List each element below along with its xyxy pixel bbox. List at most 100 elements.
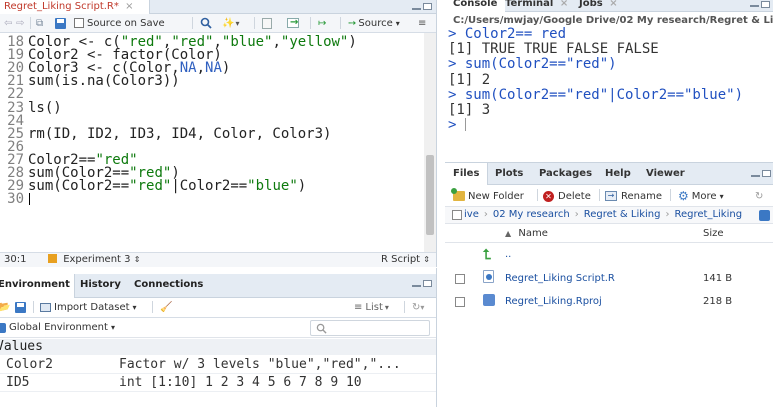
variable-value: Factor w/ 3 levels "blue","red","... xyxy=(119,357,401,372)
menu-icon[interactable]: ≡ xyxy=(418,14,426,32)
save-icon[interactable] xyxy=(15,298,26,317)
file-row[interactable]: Regret_Liking.Rproj 218 B xyxy=(445,291,773,313)
scrollbar-thumb[interactable] xyxy=(426,155,434,235)
run-line-icon[interactable]: → xyxy=(287,14,299,32)
tab-environment[interactable]: Environment xyxy=(0,274,75,298)
delete-button[interactable]: ✕ Delete xyxy=(543,186,591,206)
file-checkbox[interactable] xyxy=(455,297,465,307)
toolbar-divider xyxy=(670,189,671,201)
minimize-icon[interactable] xyxy=(751,175,760,177)
source-label: Source xyxy=(358,17,393,29)
code-token: |Color2== xyxy=(171,178,248,195)
broom-icon[interactable]: 🧹 xyxy=(160,298,172,317)
toolbar-divider xyxy=(599,189,600,201)
more-button[interactable]: ⚙ More ▾ xyxy=(678,186,724,206)
rename-button[interactable]: → Rename xyxy=(605,186,662,206)
tab-packages[interactable]: Packages xyxy=(535,163,596,185)
file-row[interactable]: Regret_Liking Script.R 141 B xyxy=(445,268,773,290)
close-icon[interactable]: × xyxy=(609,0,617,9)
import-dataset-button[interactable]: Import Dataset ▾ xyxy=(40,298,137,317)
search-icon[interactable] xyxy=(200,14,212,32)
file-size: 218 B xyxy=(703,296,733,307)
editor-scrollbar[interactable] xyxy=(424,33,436,252)
tab-plots[interactable]: Plots xyxy=(491,163,527,185)
size-column-label[interactable]: Size xyxy=(703,228,724,239)
back-arrow-icon[interactable]: ⇦ xyxy=(4,14,12,32)
forward-arrow-icon[interactable]: ⇨ xyxy=(16,14,24,32)
environment-row[interactable]: ID5 int [1:10] 1 2 3 4 5 6 7 8 9 10 xyxy=(0,374,436,392)
code-line[interactable]: 30 xyxy=(0,192,30,206)
select-all-checkbox[interactable] xyxy=(452,210,462,220)
tab-jobs[interactable]: Jobs × xyxy=(575,0,622,12)
code-line[interactable]: 25 rm(ID, ID2, ID3, ID4, Color, Color3) xyxy=(0,127,331,141)
environment-scope-bar: Global Environment ▾ xyxy=(0,318,436,338)
save-icon[interactable] xyxy=(55,14,66,32)
chevron-down-icon: ▾ xyxy=(132,303,137,312)
load-workspace-icon[interactable]: 📂 xyxy=(0,298,10,317)
parent-dir-link[interactable]: .. xyxy=(505,249,511,260)
files-tabbar: Files Plots Packages Help Viewer xyxy=(445,163,773,185)
environment-row[interactable]: Color2 Factor w/ 3 levels "blue","red",".… xyxy=(0,356,436,374)
maximize-icon[interactable] xyxy=(423,280,432,287)
sort-asc-icon: ▲ xyxy=(505,229,512,238)
sort-name-header[interactable]: ▲ Name xyxy=(505,228,548,239)
environment-pane: Environment History Connections 📂 Import… xyxy=(0,268,437,407)
breadcrumb-item[interactable]: ive xyxy=(464,209,479,220)
console-output[interactable]: > Color2== red [1] TRUE TRUE FALSE FALSE >… xyxy=(445,27,773,158)
new-folder-button[interactable]: New Folder xyxy=(451,186,524,206)
list-view-selector[interactable]: ≡ List ▾ xyxy=(354,298,389,317)
file-checkbox[interactable] xyxy=(455,274,465,284)
tab-console[interactable]: Console xyxy=(445,0,506,12)
breadcrumb-item[interactable]: Regret_Liking xyxy=(674,209,742,220)
code-line[interactable]: 29 sum(Color2=="red"|Color2=="blue") xyxy=(0,178,306,195)
breadcrumb-item[interactable]: Regret & Liking xyxy=(584,209,661,220)
refresh-icon[interactable]: ↻ ▾ xyxy=(412,298,424,317)
source-on-save-checkbox[interactable]: Source on Save xyxy=(74,14,165,32)
minimize-icon[interactable] xyxy=(750,5,759,7)
console-output-line: [1] TRUE TRUE FALSE FALSE xyxy=(448,41,659,58)
tab-files[interactable]: Files xyxy=(445,163,489,185)
tab-help[interactable]: Help xyxy=(601,163,635,185)
scope-selector[interactable]: Global Environment ▾ xyxy=(0,318,115,337)
close-icon[interactable]: × xyxy=(125,1,133,12)
rproj-icon xyxy=(483,294,495,306)
maximize-icon[interactable] xyxy=(423,3,432,10)
parent-dir-row[interactable]: ⮤ .. xyxy=(445,245,773,267)
files-pane: Files Plots Packages Help Viewer New Fol… xyxy=(445,162,773,407)
code-token: "blue" xyxy=(221,34,273,50)
editor-tab[interactable]: Regret_Liking Script.R* × xyxy=(0,0,150,14)
section-selector[interactable]: Experiment 3 ⇕ xyxy=(48,254,140,265)
rerun-icon[interactable]: ↦ xyxy=(318,14,326,32)
close-icon[interactable]: × xyxy=(560,0,568,9)
breadcrumb-item[interactable]: 02 My research xyxy=(493,209,570,220)
r-logo-icon[interactable] xyxy=(759,210,770,221)
tab-history[interactable]: History xyxy=(76,274,125,298)
tab-connections[interactable]: Connections xyxy=(130,274,207,298)
tab-terminal[interactable]: Terminal × xyxy=(501,0,572,12)
cursor-position: 30:1 xyxy=(4,254,27,265)
environment-search-input[interactable] xyxy=(310,320,430,336)
maximize-icon[interactable] xyxy=(762,170,771,177)
code-area[interactable]: 18 Color <- c("red","red","blue","yellow"… xyxy=(0,33,424,252)
minimize-icon[interactable] xyxy=(412,285,421,287)
tab-viewer[interactable]: Viewer xyxy=(642,163,689,185)
code-token: sum(Color2== xyxy=(28,178,130,195)
magic-wand-icon[interactable]: ✨ ▾ xyxy=(222,14,239,32)
file-name-link[interactable]: Regret_Liking Script.R xyxy=(505,273,615,284)
show-in-window-icon[interactable]: ⧉ xyxy=(36,14,43,32)
text-cursor xyxy=(29,193,30,206)
delete-label: Delete xyxy=(558,190,591,202)
filetype-selector[interactable]: R Script ⇕ xyxy=(381,254,430,265)
source-button[interactable]: ➙ Source ▾ xyxy=(348,14,400,32)
new-folder-label: New Folder xyxy=(468,190,524,202)
minimize-icon[interactable] xyxy=(412,8,421,10)
maximize-icon[interactable] xyxy=(761,1,770,8)
name-column-label: Name xyxy=(518,228,548,239)
variable-name: ID5 xyxy=(6,375,30,390)
code-line[interactable]: 21 sum(is.na(Color3)) xyxy=(0,74,180,88)
console-command: > sum(Color2=="red"|Color2=="blue") xyxy=(448,86,744,103)
chevron-down-icon[interactable]: ▾ xyxy=(396,19,400,28)
compile-report-icon[interactable] xyxy=(262,14,272,32)
refresh-icon[interactable]: ↻ xyxy=(755,186,763,206)
file-name-link[interactable]: Regret_Liking.Rproj xyxy=(505,296,602,307)
